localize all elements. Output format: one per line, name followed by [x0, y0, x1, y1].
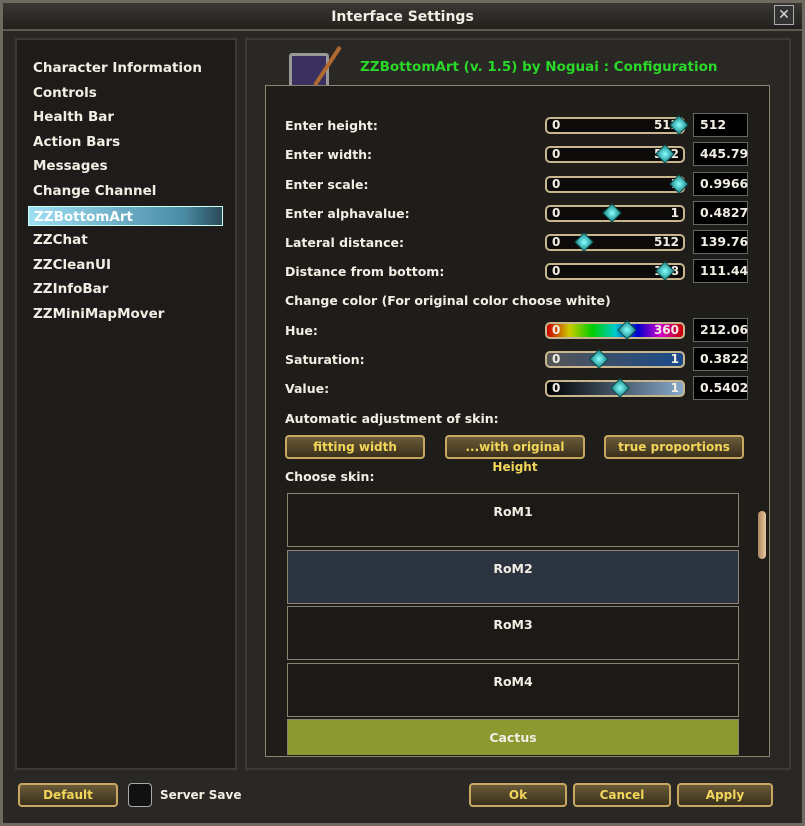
- skin-option-rom3[interactable]: RoM3: [287, 606, 739, 660]
- slider[interactable]: 0 1: [545, 378, 685, 398]
- slider-max: 1: [670, 352, 679, 366]
- skin-option-rom4[interactable]: RoM4: [287, 662, 739, 717]
- slider-label: Enter scale:: [285, 177, 369, 192]
- slider[interactable]: 0 1: [545, 174, 689, 194]
- slider-max: 1: [670, 206, 679, 220]
- slider-label: Enter alphavalue:: [285, 206, 410, 221]
- slider-label: Hue:: [285, 323, 318, 338]
- slider-label: Value:: [285, 381, 330, 396]
- server-save-checkbox[interactable]: [128, 783, 152, 807]
- slider-min: 0: [552, 206, 561, 220]
- skin-option-cactus[interactable]: Cactus: [287, 719, 739, 755]
- slider-label: Enter height:: [285, 118, 378, 133]
- sidebar-item-action-bars[interactable]: Action Bars: [28, 132, 223, 152]
- slider-value-field[interactable]: 0.5402: [693, 376, 748, 400]
- slider-min: 0: [552, 147, 561, 161]
- default-button[interactable]: Default: [18, 783, 118, 807]
- auto-heading: Automatic adjustment of skin:: [285, 411, 499, 426]
- slider-min: 0: [552, 352, 561, 366]
- sidebar-item-controls[interactable]: Controls: [28, 83, 223, 103]
- slider-label: Lateral distance:: [285, 235, 404, 250]
- slider[interactable]: 0 128: [545, 261, 685, 281]
- ok-button[interactable]: Ok: [469, 783, 567, 807]
- close-button[interactable]: ✕: [774, 5, 794, 25]
- slider-thumb[interactable]: [588, 349, 609, 369]
- sidebar-item-zzchat[interactable]: ZZChat: [28, 230, 223, 250]
- sidebar-item-zzbottomart[interactable]: ZZBottomArt: [28, 205, 223, 226]
- skin-list: RoM1 RoM2 RoM3 RoM4 Cactus: [285, 493, 740, 755]
- original-height-button[interactable]: ...with original Height: [445, 435, 585, 474]
- slider-max: 512: [653, 235, 679, 249]
- server-save-label: Server Save: [160, 788, 242, 802]
- slider-min: 0: [552, 235, 561, 249]
- sidebar-item-change-channel[interactable]: Change Channel: [28, 181, 223, 201]
- slider-value-field[interactable]: 0.4827: [693, 201, 748, 225]
- slider-max: 1: [670, 381, 679, 395]
- slider[interactable]: 0 512: [545, 144, 685, 164]
- slider-min: 0: [552, 381, 561, 395]
- skin-name: RoM3: [493, 617, 533, 632]
- sidebar-item-zzinfobar[interactable]: ZZInfoBar: [28, 279, 223, 299]
- slider-label: Distance from bottom:: [285, 264, 445, 279]
- slider-thumb[interactable]: [573, 232, 594, 252]
- skin-name: Cactus: [489, 730, 537, 745]
- scrollbar-thumb[interactable]: [758, 511, 766, 559]
- slider-label: Saturation:: [285, 352, 365, 367]
- slider[interactable]: 0 1: [545, 349, 685, 369]
- fitting-width-button[interactable]: fitting width: [285, 435, 425, 459]
- skin-scrollbar[interactable]: [756, 493, 768, 755]
- slider-thumb[interactable]: [602, 203, 623, 223]
- slider-label: Enter width:: [285, 147, 373, 162]
- sidebar-item-zzcleanui[interactable]: ZZCleanUI: [28, 255, 223, 275]
- true-proportions-button[interactable]: true proportions: [604, 435, 744, 459]
- slider-value-field[interactable]: 445.79: [693, 142, 748, 166]
- slider-value-field[interactable]: 212.06: [693, 318, 748, 342]
- slider-value-field[interactable]: 0.9966: [693, 172, 748, 196]
- sidebar-item-character-information[interactable]: Character Information: [28, 58, 223, 78]
- skin-name: RoM2: [493, 560, 533, 576]
- skin-name: RoM1: [493, 504, 533, 519]
- color-heading: Change color (For original color choose …: [285, 293, 611, 308]
- cancel-button[interactable]: Cancel: [573, 783, 671, 807]
- sidebar-item-messages[interactable]: Messages: [28, 156, 223, 176]
- slider-min: 0: [552, 177, 561, 191]
- sidebar-item-zzminimapmover[interactable]: ZZMiniMapMover: [28, 304, 223, 324]
- slider[interactable]: 0 360: [545, 320, 685, 340]
- slider[interactable]: 0 1: [545, 203, 685, 223]
- slider-value-field[interactable]: 139.76: [693, 230, 748, 254]
- slider-thumb[interactable]: [610, 378, 631, 398]
- sidebar-item-health-bar[interactable]: Health Bar: [28, 107, 223, 127]
- slider-min: 0: [552, 264, 561, 278]
- slider-value-field[interactable]: 512: [693, 113, 748, 137]
- window-title: Interface Settings: [331, 9, 474, 25]
- slider-thumb[interactable]: [617, 320, 638, 340]
- skin-option-rom1[interactable]: RoM1: [287, 493, 739, 547]
- apply-button[interactable]: Apply: [677, 783, 773, 807]
- skin-name: RoM4: [493, 673, 533, 689]
- slider[interactable]: 0 512: [545, 232, 685, 252]
- slider-value-field[interactable]: 0.3822: [693, 347, 748, 371]
- slider-value-field[interactable]: 111.44: [693, 259, 748, 283]
- skin-heading: Choose skin:: [285, 469, 375, 484]
- config-title: ZZBottomArt (v. 1.5) by Noguai : Configu…: [360, 59, 718, 75]
- skin-option-rom2[interactable]: RoM2: [287, 549, 739, 604]
- slider-max: 360: [653, 323, 679, 337]
- slider-min: 0: [552, 323, 561, 337]
- slider-min: 0: [552, 118, 561, 132]
- title-bar: Interface Settings ✕: [3, 3, 802, 31]
- slider[interactable]: 0 512: [545, 115, 689, 135]
